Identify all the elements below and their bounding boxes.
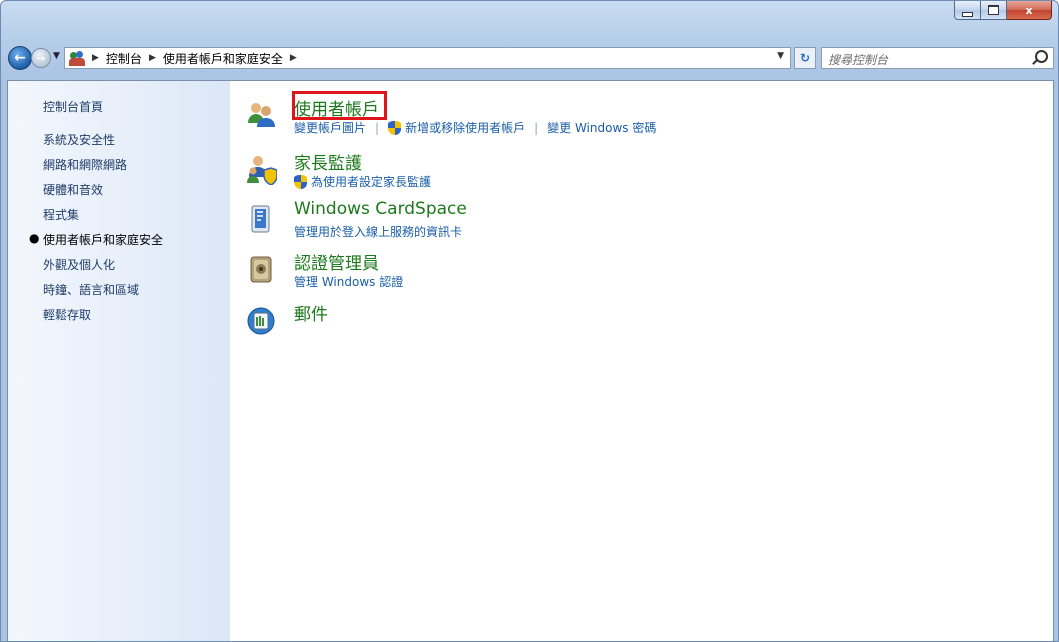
recent-pages-dropdown[interactable]: ▼ (53, 51, 60, 61)
breadcrumb-control-panel[interactable]: 控制台 (106, 50, 142, 67)
windows-cardspace-tasks: 管理用於登入線上服務的資訊卡 (294, 223, 462, 240)
control-panel-window: x ← → ▼ ▶ 控制台 ▶ 使用者帳戶和家庭安全 ▶ ▼ ↻ 搜尋控制台 控… (0, 0, 1059, 642)
credential-manager-tasks: 管理 Windows 認證 (294, 273, 403, 290)
back-button[interactable]: ← (8, 46, 32, 70)
sidebar-item-label: 使用者帳戶和家庭安全 (43, 233, 164, 247)
close-button[interactable]: x (1007, 1, 1052, 20)
address-bar[interactable]: ▶ 控制台 ▶ 使用者帳戶和家庭安全 ▶ ▼ (64, 47, 791, 69)
refresh-button[interactable]: ↻ (794, 47, 816, 69)
sidebar-item-hardware-sound[interactable]: 硬體和音效 (43, 181, 103, 198)
users-icon (69, 50, 85, 66)
change-account-picture-link[interactable]: 變更帳戶圖片 (294, 119, 366, 136)
sidebar-item-system-security[interactable]: 系統及安全性 (43, 131, 115, 148)
mail-icon (247, 307, 275, 335)
content-frame: 控制台首頁 系統及安全性 網路和網際網路 硬體和音效 程式集 ● 使用者帳戶和家… (7, 80, 1054, 641)
user-accounts-icon (248, 103, 275, 127)
manage-windows-credentials-link[interactable]: 管理 Windows 認證 (294, 273, 403, 290)
credential-manager-icon (250, 256, 272, 283)
sidebar-item-clock-language-region[interactable]: 時鐘、語言和區域 (43, 281, 139, 298)
sidebar-item-ease-of-access[interactable]: 輕鬆存取 (43, 306, 91, 323)
user-accounts-tasks: 變更帳戶圖片 | 新增或移除使用者帳戶 | 變更 Windows 密碼 (294, 119, 656, 136)
minimize-button[interactable] (954, 1, 981, 20)
main-content: 使用者帳戶 變更帳戶圖片 | 新增或移除使用者帳戶 | 變更 Windows 密… (229, 81, 1053, 641)
search-input[interactable]: 搜尋控制台 (828, 51, 888, 68)
sidebar-item-control-panel-home[interactable]: 控制台首頁 (43, 98, 103, 115)
close-icon: x (1025, 3, 1033, 17)
parental-controls-tasks: 為使用者設定家長監護 (294, 173, 431, 190)
chevron-right-icon[interactable]: ▶ (290, 53, 297, 63)
cardspace-icon (251, 205, 270, 233)
highlight-box (292, 91, 387, 120)
current-item-bullet: ● (29, 231, 40, 245)
arrow-left-icon: ← (14, 50, 26, 66)
uac-shield-icon (388, 120, 402, 135)
uac-shield-icon (294, 174, 307, 189)
change-windows-password-link[interactable]: 變更 Windows 密碼 (547, 119, 656, 136)
chevron-right-icon[interactable]: ▶ (149, 53, 156, 63)
mail-link[interactable]: 郵件 (294, 300, 328, 325)
breadcrumb-user-accounts-family-safety[interactable]: 使用者帳戶和家庭安全 (163, 50, 283, 67)
address-dropdown-button[interactable]: ▼ (777, 51, 784, 61)
manage-information-cards-link[interactable]: 管理用於登入線上服務的資訊卡 (294, 223, 462, 240)
sidebar-item-programs[interactable]: 程式集 (43, 206, 79, 223)
set-up-parental-controls-link[interactable]: 為使用者設定家長監護 (311, 173, 431, 190)
parental-controls-link[interactable]: 家長監護 (294, 149, 362, 174)
link-separator: | (534, 120, 539, 135)
maximize-button[interactable] (981, 1, 1007, 20)
search-box[interactable]: 搜尋控制台 (821, 47, 1054, 69)
windows-cardspace-link[interactable]: Windows CardSpace (294, 199, 467, 219)
forward-button[interactable]: → (31, 48, 51, 68)
sidebar-item-appearance-personalization[interactable]: 外觀及個人化 (43, 256, 115, 273)
navigation-bar: ← → ▼ ▶ 控制台 ▶ 使用者帳戶和家庭安全 ▶ ▼ ↻ 搜尋控制台 (7, 46, 1054, 72)
caption-buttons: x (954, 1, 1052, 20)
sidebar-item-user-accounts-family-safety[interactable]: ● 使用者帳戶和家庭安全 (29, 231, 164, 248)
arrow-right-icon: → (36, 51, 46, 65)
parental-controls-icon (247, 156, 277, 185)
add-remove-user-accounts-link[interactable]: 新增或移除使用者帳戶 (405, 119, 525, 136)
sidebar: 控制台首頁 系統及安全性 網路和網際網路 硬體和音效 程式集 ● 使用者帳戶和家… (8, 81, 230, 641)
search-icon[interactable] (1035, 50, 1048, 63)
chevron-right-icon[interactable]: ▶ (92, 53, 99, 63)
link-separator: | (375, 120, 380, 135)
credential-manager-link[interactable]: 認證管理員 (294, 249, 379, 274)
maximize-icon (988, 5, 999, 15)
minimize-icon (962, 11, 973, 17)
refresh-icon: ↻ (799, 51, 811, 65)
sidebar-item-network-internet[interactable]: 網路和網際網路 (43, 156, 127, 173)
